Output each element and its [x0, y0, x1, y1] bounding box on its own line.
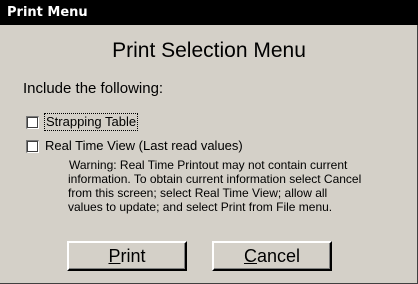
warning-line: values to update; and select Print from … — [68, 200, 333, 214]
cancel-button[interactable]: Cancel — [212, 241, 332, 271]
dialog-heading: Print Selection Menu — [112, 39, 306, 62]
warning-line: Warning: Real Time Printout may not cont… — [69, 158, 348, 172]
real-time-view-option[interactable]: Real Time View (Last read values) — [26, 138, 243, 154]
print-button[interactable]: Print — [67, 241, 187, 271]
real-time-view-checkbox[interactable] — [26, 139, 39, 153]
cancel-button-label: ancel — [256, 246, 301, 266]
window-title: Print Menu — [7, 5, 88, 20]
warning-line: information. To obtain current informati… — [68, 172, 362, 186]
print-button-label: rint — [120, 246, 146, 266]
strapping-table-checkbox[interactable] — [26, 115, 39, 129]
warning-line: from this screen; select Real Time View;… — [68, 186, 328, 200]
cancel-button-mnemonic: C — [243, 246, 257, 266]
strapping-table-label[interactable]: Strapping Table — [43, 113, 139, 131]
include-label: Include the following: — [23, 80, 164, 97]
print-button-mnemonic: P — [108, 246, 121, 266]
print-menu-dialog: Print Menu Print Selection Menu Include … — [0, 0, 418, 284]
real-time-view-label[interactable]: Real Time View (Last read values) — [45, 138, 243, 154]
warning-text: Warning: Real Time Printout may not cont… — [68, 158, 408, 214]
strapping-table-option[interactable]: Strapping Table — [26, 113, 139, 131]
title-bar[interactable]: Print Menu — [0, 0, 418, 25]
